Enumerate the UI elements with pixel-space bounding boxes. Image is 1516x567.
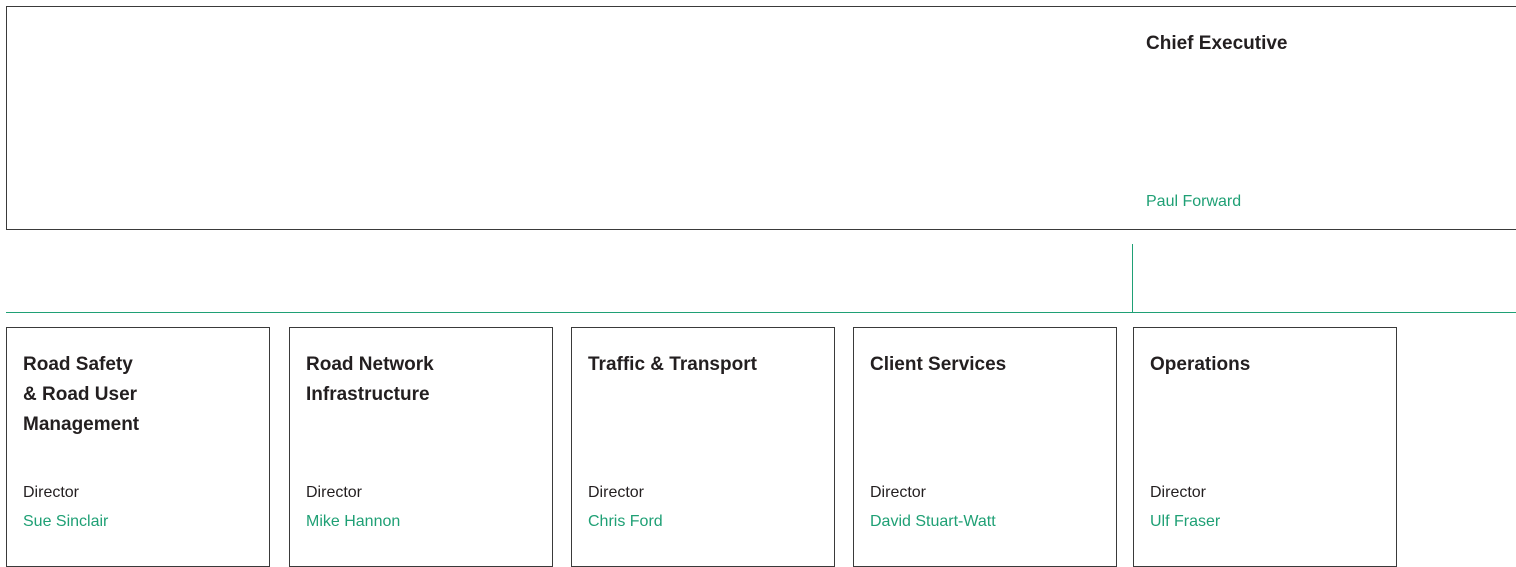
department-role: Director <box>23 484 80 501</box>
department-title: Road Network Infrastructure <box>306 354 434 405</box>
department-title: Traffic & Transport <box>588 354 757 375</box>
department-role: Director <box>1150 484 1207 501</box>
department-role: Director <box>588 484 645 501</box>
department-title: Road Safety & Road User Management <box>23 354 140 435</box>
department-title: Operations <box>1150 354 1251 375</box>
department-box-traffic-transport: Traffic & Transport Director Chris Ford <box>571 327 835 567</box>
department-director-name: Ulf Fraser <box>1150 513 1221 530</box>
department-director-name: Mike Hannon <box>306 513 401 530</box>
department-director-name: Sue Sinclair <box>23 513 109 530</box>
chief-executive-name: Paul Forward <box>1146 193 1242 210</box>
chief-executive-box <box>6 6 1516 230</box>
vertical-connector-line <box>1132 244 1133 313</box>
department-director-name: Chris Ford <box>588 513 663 530</box>
department-box-road-safety: Road Safety & Road User Management Direc… <box>6 327 270 567</box>
department-role: Director <box>306 484 363 501</box>
department-box-road-network: Road Network Infrastructure Director Mik… <box>289 327 553 567</box>
department-title: Client Services <box>870 354 1007 375</box>
department-box-client-services: Client Services Director David Stuart-Wa… <box>853 327 1117 567</box>
chief-executive-title: Chief Executive <box>1146 33 1288 54</box>
department-box-operations: Operations Director Ulf Fraser <box>1133 327 1397 567</box>
department-role: Director <box>870 484 927 501</box>
department-director-name: David Stuart-Watt <box>870 513 996 530</box>
horizontal-connector-line <box>6 312 1516 313</box>
